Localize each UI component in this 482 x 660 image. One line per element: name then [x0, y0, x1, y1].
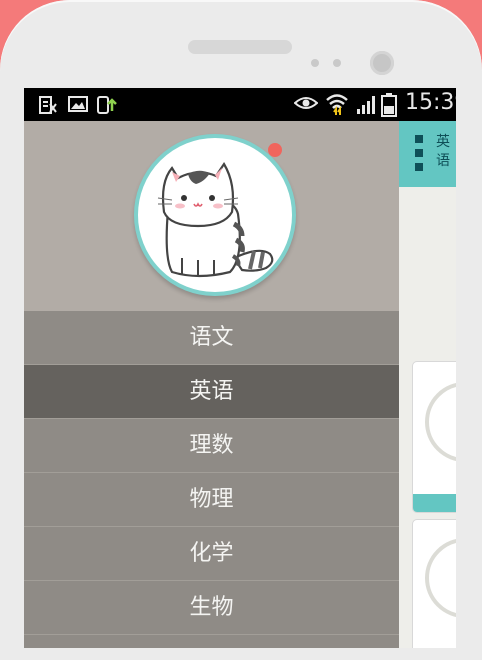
- card-footer: [413, 494, 456, 512]
- download-icon: [96, 95, 118, 119]
- image-icon: [68, 95, 88, 117]
- menu-icon: [415, 135, 423, 143]
- status-time: 15:39: [405, 90, 456, 115]
- battery-icon: [381, 93, 397, 121]
- phone-screen: 15:39 英 语: [24, 88, 456, 648]
- phone-sensor: [311, 59, 319, 67]
- front-camera: [370, 51, 394, 75]
- header-title-line1: 英: [436, 134, 450, 150]
- phone-sensor: [333, 59, 341, 67]
- card-avatar: [425, 538, 456, 618]
- card-avatar: [425, 382, 456, 462]
- app-content: 英 语 语文 英语 理数 物理 化学 生物: [24, 121, 456, 648]
- drawer-item-english[interactable]: 英语: [24, 365, 399, 419]
- phone-frame: 15:39 英 语: [0, 0, 482, 660]
- menu-icon: [415, 163, 423, 171]
- drawer-menu: 语文 英语 理数 物理 化学 生物: [24, 311, 399, 635]
- header-title-line2: 语: [436, 153, 450, 169]
- cat-icon: [157, 161, 274, 278]
- content-card[interactable]: [412, 361, 456, 513]
- notification-badge: [268, 143, 282, 157]
- navigation-drawer: 语文 英语 理数 物理 化学 生物: [24, 121, 399, 648]
- wifi-icon: [325, 92, 349, 120]
- drawer-item-chemistry[interactable]: 化学: [24, 527, 399, 581]
- content-card[interactable]: [412, 519, 456, 648]
- drawer-item-math[interactable]: 理数: [24, 419, 399, 473]
- drawer-item-biology[interactable]: 生物: [24, 581, 399, 635]
- status-bar: 15:39: [24, 88, 456, 121]
- eye-icon: [293, 95, 319, 115]
- user-avatar[interactable]: [134, 134, 296, 296]
- drawer-header: [24, 121, 399, 311]
- phone-earpiece: [188, 40, 292, 54]
- drawer-item-chinese[interactable]: 语文: [24, 311, 399, 365]
- main-header[interactable]: 英 语: [399, 121, 456, 187]
- signal-icon: [355, 95, 377, 119]
- notification-icon: [38, 95, 58, 119]
- menu-icon: [415, 149, 423, 157]
- drawer-item-physics[interactable]: 物理: [24, 473, 399, 527]
